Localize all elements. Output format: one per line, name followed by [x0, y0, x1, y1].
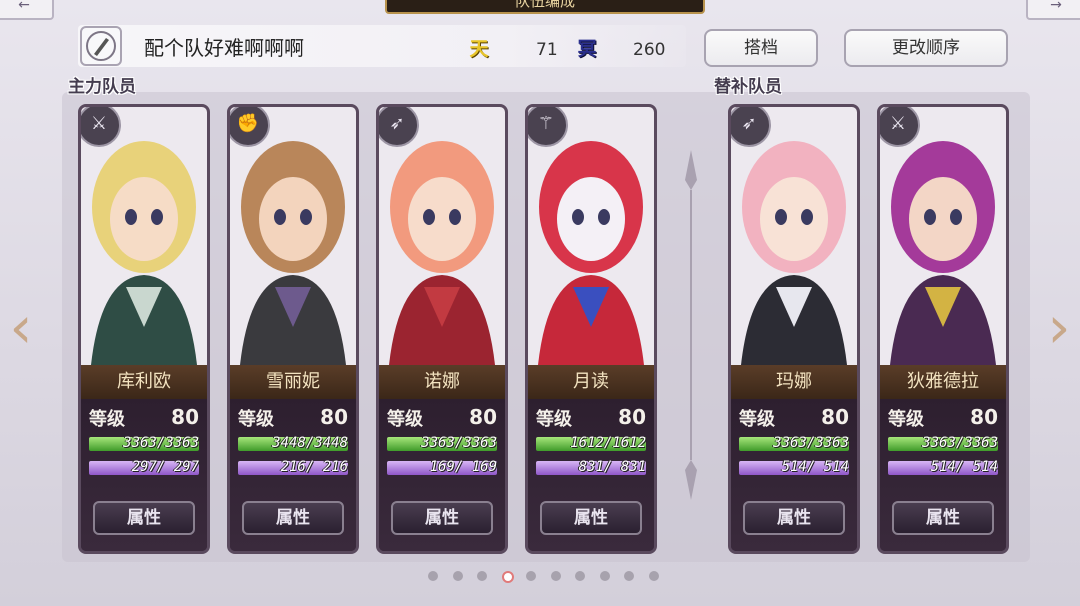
mp-value: 831/ 831 — [578, 459, 646, 475]
page-dot[interactable] — [648, 571, 659, 581]
page-dot[interactable] — [477, 571, 487, 581]
page-dot[interactable] — [501, 571, 514, 583]
level-value: 80 — [970, 405, 998, 429]
back-arrow-icon: ← — [18, 0, 30, 13]
main-members-label: 主力队员 — [68, 77, 136, 97]
level-value: 80 — [469, 405, 497, 429]
quill-pen-icon — [86, 31, 116, 61]
level-label: 等级 — [89, 409, 125, 430]
mp-value: 514/ 514 — [781, 459, 849, 475]
underworld-currency-value: 260 — [633, 40, 666, 60]
next-page-arrow-icon[interactable]: › — [1040, 290, 1078, 364]
screen-title: 队伍编成 — [385, 0, 705, 14]
attributes-button[interactable]: 属性 — [391, 501, 493, 535]
level-label: 等级 — [238, 409, 274, 430]
hp-value: 3363/3363 — [123, 435, 199, 451]
page-dot[interactable] — [550, 571, 561, 581]
level-value: 80 — [171, 405, 199, 429]
prev-page-arrow-icon[interactable]: ‹ — [2, 290, 40, 364]
member-stats: 等级 80 1612/1612 831/ 831 属性 — [528, 399, 654, 551]
member-stats: 等级 80 3363/3363 514/ 514 属性 — [731, 399, 857, 551]
hp-value: 3363/3363 — [773, 435, 849, 451]
page-dot[interactable] — [452, 571, 463, 581]
corner-arrow-icon: → — [1050, 0, 1062, 13]
attributes-button[interactable]: 属性 — [540, 501, 642, 535]
member-stats: 等级 80 3363/3363 297/ 297 属性 — [81, 399, 207, 551]
level-value: 80 — [821, 405, 849, 429]
level-label: 等级 — [536, 409, 572, 430]
gauntlet-icon: ✊ — [230, 107, 270, 147]
attributes-button[interactable]: 属性 — [892, 501, 994, 535]
home-button[interactable]: → — [1026, 0, 1080, 20]
heaven-currency-icon: 天 — [469, 38, 489, 60]
mp-value: 169/ 169 — [429, 459, 497, 475]
mp-value: 514/ 514 — [930, 459, 998, 475]
team-name: 配个队好难啊啊啊 — [144, 36, 304, 60]
page-dot[interactable] — [575, 571, 585, 581]
back-button[interactable]: ← — [0, 0, 54, 20]
section-divider — [685, 150, 697, 500]
member-card[interactable]: ⚔ 库利欧 等级 80 3363/3363 297/ 297 属性 — [78, 104, 210, 554]
page-dot[interactable] — [428, 571, 438, 581]
member-card[interactable]: ⚔ 狄雅德拉 等级 80 3363/3363 514/ 514 属性 — [877, 104, 1009, 554]
staff-icon: ⚚ — [528, 107, 568, 147]
level-label: 等级 — [739, 409, 775, 430]
member-card[interactable]: ✊ 雪丽妮 等级 80 3448/3448 216/ 216 属性 — [227, 104, 359, 554]
reorder-button[interactable]: 更改顺序 — [844, 29, 1008, 67]
hp-value: 1612/1612 — [570, 435, 646, 451]
hp-value: 3448/3448 — [272, 435, 348, 451]
page-dot[interactable] — [599, 571, 610, 581]
attributes-button[interactable]: 属性 — [242, 501, 344, 535]
page-dot[interactable] — [526, 571, 536, 581]
member-stats: 等级 80 3448/3448 216/ 216 属性 — [230, 399, 356, 551]
bow-icon: ➶ — [731, 107, 771, 147]
mp-value: 297/ 297 — [131, 459, 199, 475]
level-value: 80 — [320, 405, 348, 429]
member-name: 月读 — [528, 365, 654, 399]
level-label: 等级 — [387, 409, 423, 430]
hp-value: 3363/3363 — [421, 435, 497, 451]
mp-value: 216/ 216 — [280, 459, 348, 475]
edit-team-name-button[interactable] — [80, 26, 122, 66]
member-stats: 等级 80 3363/3363 169/ 169 属性 — [379, 399, 505, 551]
member-name: 诺娜 — [379, 365, 505, 399]
level-value: 80 — [618, 405, 646, 429]
sword-icon: ⚔ — [880, 107, 920, 147]
member-card[interactable]: ➶ 诺娜 等级 80 3363/3363 169/ 169 属性 — [376, 104, 508, 554]
sword-icon: ⚔ — [81, 107, 121, 147]
bow-icon: ➶ — [379, 107, 419, 147]
partner-button[interactable]: 搭档 — [704, 29, 818, 67]
member-card[interactable]: ➶ 玛娜 等级 80 3363/3363 514/ 514 属性 — [728, 104, 860, 554]
member-name: 库利欧 — [81, 365, 207, 399]
underworld-currency-icon: 冥 — [577, 38, 597, 60]
member-name: 玛娜 — [731, 365, 857, 399]
page-dot[interactable] — [624, 571, 634, 581]
member-name: 雪丽妮 — [230, 365, 356, 399]
level-label: 等级 — [888, 409, 924, 430]
attributes-button[interactable]: 属性 — [743, 501, 845, 535]
sub-members-label: 替补队员 — [714, 77, 782, 97]
member-stats: 等级 80 3363/3363 514/ 514 属性 — [880, 399, 1006, 551]
member-card[interactable]: ⚚ 月读 等级 80 1612/1612 831/ 831 属性 — [525, 104, 657, 554]
member-name: 狄雅德拉 — [880, 365, 1006, 399]
attributes-button[interactable]: 属性 — [93, 501, 195, 535]
heaven-currency-value: 71 — [536, 40, 558, 60]
hp-value: 3363/3363 — [922, 435, 998, 451]
